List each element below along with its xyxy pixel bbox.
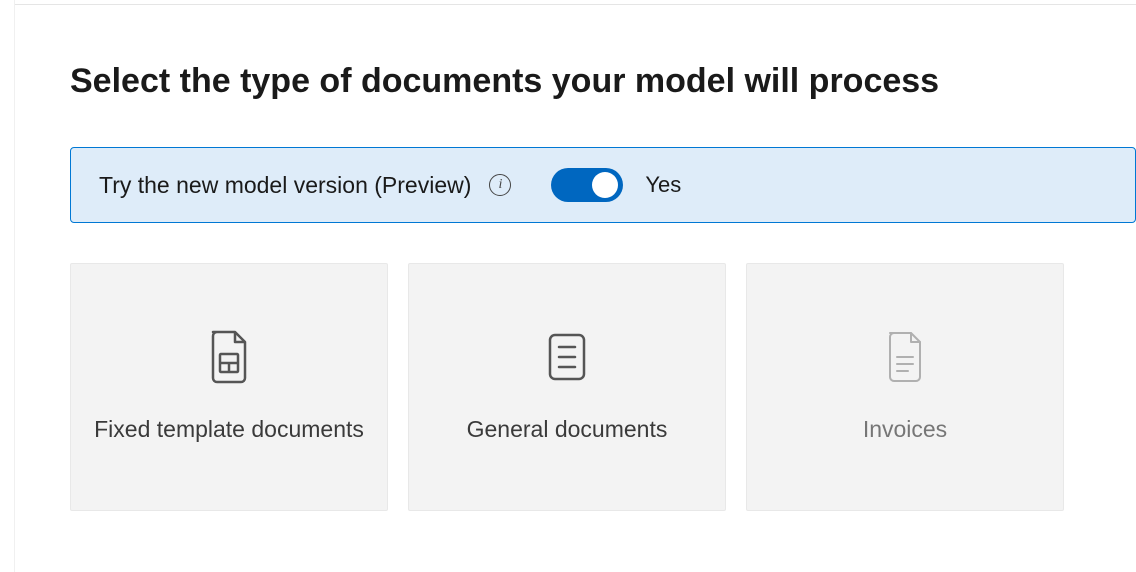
card-general-documents[interactable]: General documents [408, 263, 726, 511]
document-lines-icon [543, 329, 591, 385]
card-label: Invoices [863, 413, 947, 445]
card-fixed-template[interactable]: Fixed template documents [70, 263, 388, 511]
top-divider [14, 4, 1136, 5]
toggle-knob [592, 172, 618, 198]
page-title: Select the type of documents your model … [70, 62, 1136, 101]
preview-toggle[interactable] [551, 168, 623, 202]
document-type-cards: Fixed template documents General documen… [70, 263, 1136, 511]
card-label: General documents [467, 413, 668, 445]
info-icon[interactable]: i [489, 174, 511, 196]
document-invoice-icon [881, 329, 929, 385]
preview-banner: Try the new model version (Preview) i Ye… [70, 147, 1136, 223]
card-invoices[interactable]: Invoices [746, 263, 1064, 511]
card-label: Fixed template documents [94, 413, 364, 445]
toggle-state-label: Yes [645, 172, 681, 198]
document-table-icon [205, 329, 253, 385]
preview-label: Try the new model version (Preview) [99, 172, 471, 199]
main-content: Select the type of documents your model … [0, 0, 1136, 511]
left-divider [14, 0, 15, 572]
